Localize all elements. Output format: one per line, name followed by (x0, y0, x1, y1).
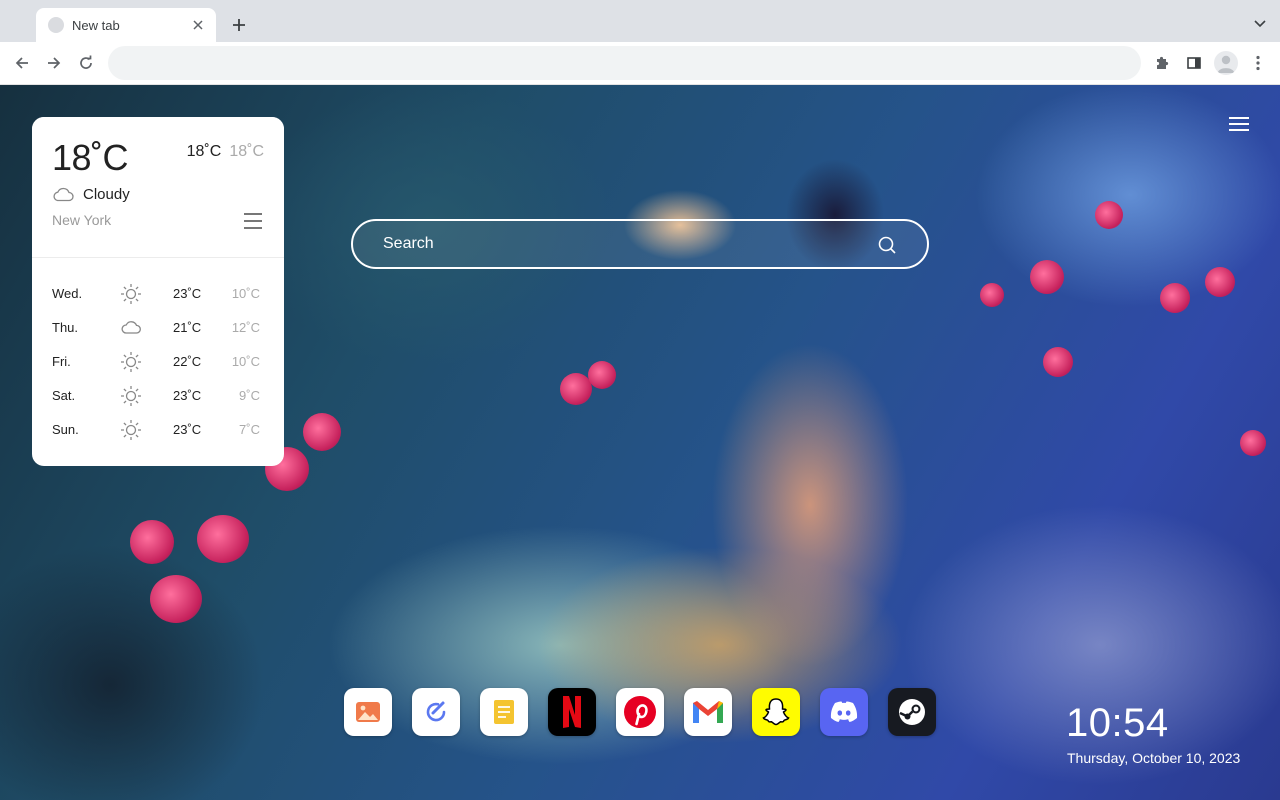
snapchat-icon[interactable] (752, 688, 800, 736)
forecast-low: 12˚C (231, 320, 260, 335)
forecast-high: 23˚C (173, 422, 202, 437)
weather-condition: Cloudy (83, 186, 130, 203)
tab-favicon-icon (48, 17, 64, 33)
sun-icon (121, 420, 141, 440)
arrow-right-icon[interactable] (44, 53, 64, 73)
plus-icon[interactable] (228, 14, 250, 36)
forecast-low: 9˚C (239, 388, 260, 403)
close-icon[interactable] (190, 17, 206, 33)
clock-date: Thursday, October 10, 2023 (1067, 750, 1241, 766)
weather-menu-icon[interactable] (244, 213, 262, 229)
forecast-low: 10˚C (231, 354, 260, 369)
weather-current: 18˚C 18˚C 18˚C Cloudy New York (32, 117, 284, 257)
rose-decoration (1160, 283, 1190, 313)
side-panel-icon[interactable] (1184, 53, 1204, 73)
forecast-row: Fri. 22˚C 10˚C (32, 345, 284, 379)
forecast-day: Sun. (52, 422, 79, 437)
cloud-icon (53, 187, 74, 202)
current-low: 18˚C (229, 143, 264, 160)
clock-time: 10:54 (1066, 701, 1169, 745)
sun-icon (121, 352, 141, 372)
search-icon[interactable] (877, 235, 897, 255)
app-dock (344, 688, 936, 736)
forecast-row: Wed. 23˚C 10˚C (32, 277, 284, 311)
forecast-low: 10˚C (231, 286, 260, 301)
forecast-day: Sat. (52, 388, 76, 403)
forecast-day: Fri. (52, 354, 71, 369)
new-tab-page: 18˚C 18˚C 18˚C Cloudy New York Wed. 23˚C … (0, 85, 1280, 800)
tab-new-tab[interactable]: New tab (36, 8, 216, 42)
weather-widget: 18˚C 18˚C 18˚C Cloudy New York Wed. 23˚C … (32, 117, 284, 466)
check-pencil-icon[interactable] (412, 688, 460, 736)
forecast-high: 22˚C (173, 354, 202, 369)
pinterest-icon[interactable] (616, 688, 664, 736)
profile-icon[interactable] (1214, 51, 1238, 75)
netflix-icon[interactable] (548, 688, 596, 736)
reload-icon[interactable] (76, 53, 96, 73)
chevron-down-icon[interactable] (1252, 16, 1268, 32)
forecast-list: Wed. 23˚C 10˚C Thu. 21˚C 12˚C Fri. 22˚C … (32, 277, 284, 447)
forecast-row: Sun. 23˚C 7˚C (32, 413, 284, 447)
forecast-high: 21˚C (173, 320, 202, 335)
note-icon[interactable] (480, 688, 528, 736)
rose-decoration (130, 520, 174, 564)
forecast-high: 23˚C (173, 286, 202, 301)
discord-icon[interactable] (820, 688, 868, 736)
address-bar-input[interactable] (108, 46, 1141, 80)
rose-decoration (303, 413, 341, 451)
page-menu-icon[interactable] (1229, 117, 1249, 131)
image-icon[interactable] (344, 688, 392, 736)
rose-decoration (980, 283, 1004, 307)
divider (32, 257, 284, 258)
tab-strip: New tab (0, 0, 1280, 42)
current-high-low: 18˚C 18˚C (187, 143, 264, 161)
forecast-day: Wed. (52, 286, 83, 301)
rose-decoration (197, 515, 249, 563)
cloud-icon (121, 321, 141, 334)
search-bar (351, 219, 929, 269)
current-high: 18˚C (186, 143, 222, 160)
forecast-high: 23˚C (173, 388, 202, 403)
gmail-icon[interactable] (684, 688, 732, 736)
arrow-left-icon[interactable] (12, 53, 32, 73)
forecast-row: Thu. 21˚C 12˚C (32, 311, 284, 345)
current-temperature: 18˚C (52, 137, 129, 178)
tab-title: New tab (72, 17, 120, 33)
rose-decoration (1043, 347, 1073, 377)
forecast-row: Sat. 23˚C 9˚C (32, 379, 284, 413)
forecast-day: Thu. (52, 320, 79, 335)
rose-decoration (150, 575, 202, 623)
puzzle-icon[interactable] (1152, 53, 1172, 73)
sun-icon (121, 386, 141, 406)
kebab-menu-icon[interactable] (1248, 53, 1268, 73)
rose-decoration (588, 361, 616, 389)
weather-city: New York (52, 212, 112, 228)
rose-decoration (1240, 430, 1266, 456)
forecast-low: 7˚C (239, 422, 260, 437)
rose-decoration (1095, 201, 1123, 229)
browser-toolbar (0, 42, 1280, 85)
rose-decoration (560, 373, 592, 405)
search-input[interactable] (383, 233, 863, 255)
steam-icon[interactable] (888, 688, 936, 736)
rose-decoration (1205, 267, 1235, 297)
sun-icon (121, 284, 141, 304)
rose-decoration (1030, 260, 1064, 294)
